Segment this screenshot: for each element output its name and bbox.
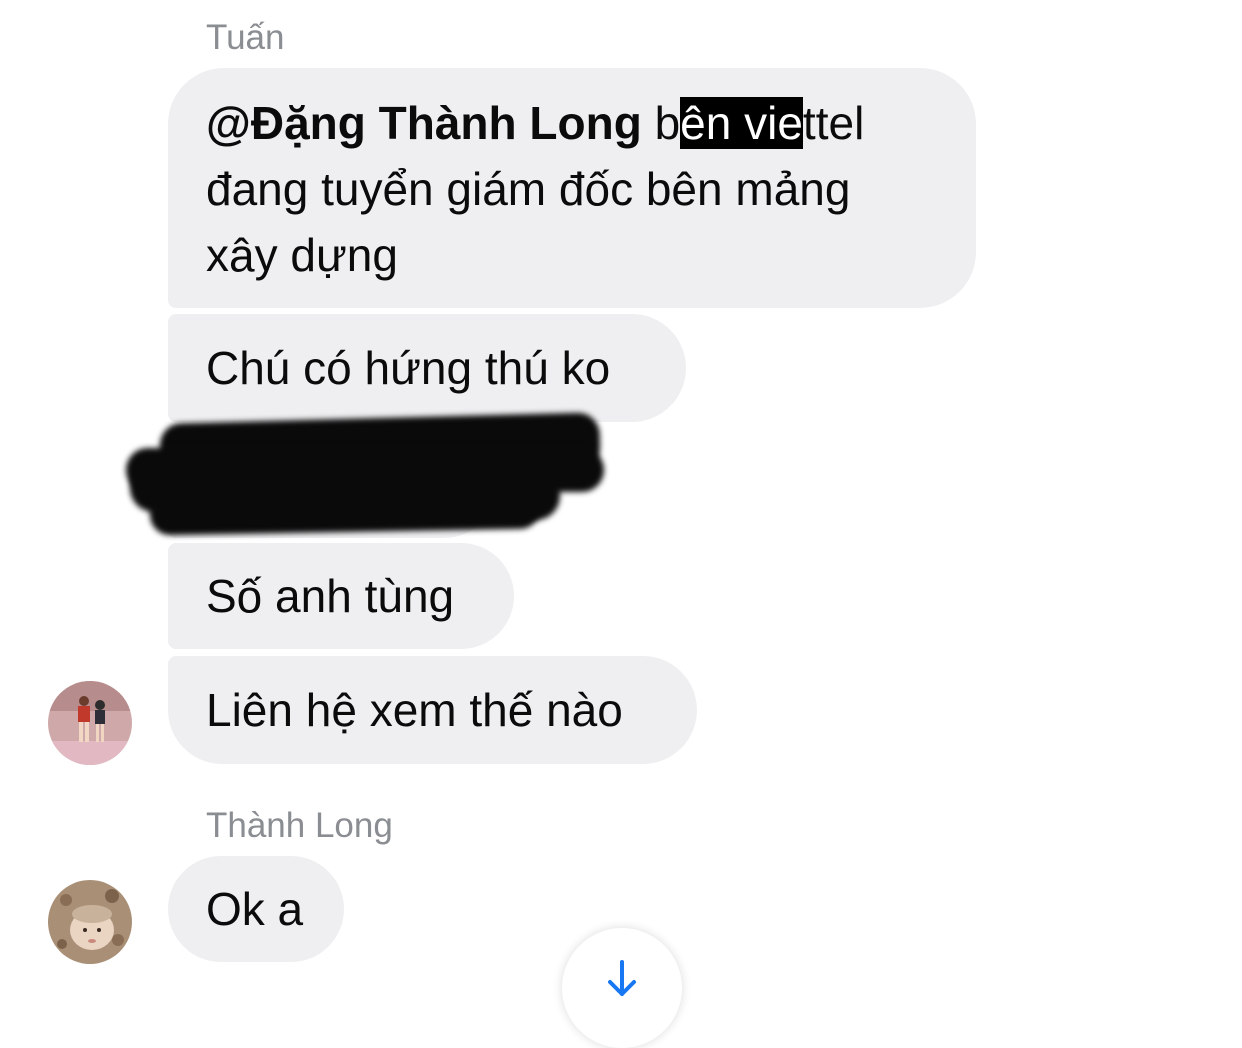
- scroll-to-bottom-button[interactable]: [562, 928, 682, 1048]
- message-text: Chú có hứng thú ko: [206, 342, 611, 394]
- avatar-tuan[interactable]: [48, 681, 132, 765]
- message-line-3: xây dựng: [206, 229, 398, 281]
- sender-name-thanh-long: Thành Long: [206, 806, 393, 845]
- message-bubble-mention[interactable]: @Đặng Thành Long bên viettel đang tuyển …: [168, 68, 976, 308]
- arrow-down-icon: [608, 960, 636, 996]
- message-text-part: ttel: [802, 97, 865, 149]
- avatar-thanh-long[interactable]: [48, 880, 132, 964]
- message-line-1: @Đặng Thành Long bên viettel: [206, 90, 976, 156]
- message-bubble[interactable]: Ok a: [168, 856, 344, 962]
- message-text-part: b: [641, 97, 681, 149]
- message-line-2: đang tuyển giám đốc bên mảng: [206, 163, 851, 215]
- sender-name-tuan: Tuấn: [206, 18, 285, 57]
- message-text: Ok a: [206, 883, 304, 935]
- message-bubble[interactable]: Liên hệ xem thế nào: [168, 656, 697, 764]
- message-text: Liên hệ xem thế nào: [206, 684, 623, 736]
- message-text: Số anh tùng: [206, 570, 455, 622]
- text-selection-highlight: ên vie: [680, 97, 803, 149]
- message-bubble[interactable]: Chú có hứng thú ko: [168, 314, 686, 422]
- mention-link[interactable]: @Đặng Thành Long: [206, 97, 642, 149]
- message-bubble[interactable]: Số anh tùng: [168, 543, 514, 649]
